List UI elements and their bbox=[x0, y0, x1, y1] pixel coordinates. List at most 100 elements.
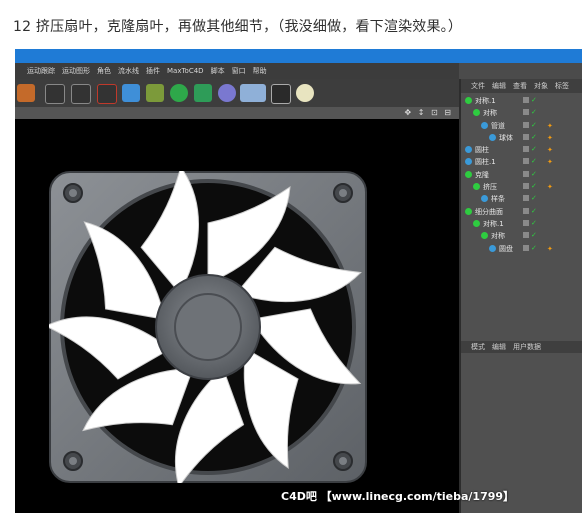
visibility-check-icon[interactable]: ✓ bbox=[523, 244, 539, 253]
tab-edit-attr[interactable]: 编辑 bbox=[492, 342, 506, 352]
clapper-gear-icon[interactable] bbox=[97, 84, 117, 104]
step-text: 挤压扇叶，克隆扇叶，再做其他细节，（我没细做，看下渲染效果。） bbox=[35, 19, 463, 35]
object-row[interactable]: 对称.1 ✓ bbox=[461, 218, 582, 230]
object-row[interactable]: 对称.1 ✓ bbox=[461, 95, 582, 107]
object-name: 圆柱.1 bbox=[475, 158, 496, 167]
object-row[interactable]: 圆盘 ✓ ✦ bbox=[461, 243, 582, 255]
object-row[interactable]: 样条 ✓ bbox=[461, 193, 582, 205]
object-type-icon bbox=[465, 97, 472, 104]
menu-bar: 运动跟踪 运动图形 角色 流水线 插件 MaxToC4D 脚本 窗口 帮助 bbox=[15, 63, 459, 79]
c4d-app-window: 运动跟踪 运动图形 角色 流水线 插件 MaxToC4D 脚本 窗口 帮助 ✥ … bbox=[15, 49, 582, 513]
object-name: 细分曲面 bbox=[475, 207, 503, 216]
material-tag-icon[interactable]: ✦ bbox=[547, 122, 553, 130]
object-type-icon bbox=[481, 195, 488, 203]
menu-mograph[interactable]: 运动图形 bbox=[62, 66, 90, 76]
sphere-icon[interactable] bbox=[170, 84, 188, 102]
object-name: 对称 bbox=[483, 109, 497, 118]
object-name: 管道 bbox=[491, 121, 505, 130]
object-name: 对称 bbox=[491, 232, 505, 241]
material-tag-icon[interactable]: ✦ bbox=[547, 245, 553, 253]
object-name: 挤压 bbox=[483, 183, 497, 192]
object-row[interactable]: 圆柱.1 ✓ ✦ bbox=[461, 156, 582, 168]
object-tree: 对称.1 ✓ 对称 ✓ 管道 ✓ ✦ 球体 ✓ ✦ 圆柱 ✓ ✦ 圆柱.1 ✓ ✦ 克隆 ✓ 挤压 ✓ ✦ 样条 ✓ 细分曲面… bbox=[461, 95, 582, 255]
clapper-icon[interactable] bbox=[45, 84, 65, 104]
object-type-icon bbox=[465, 146, 472, 154]
visibility-check-icon[interactable]: ✓ bbox=[523, 207, 539, 216]
object-type-icon bbox=[473, 219, 480, 227]
menu-help[interactable]: 帮助 bbox=[253, 66, 267, 76]
render-viewport[interactable] bbox=[15, 119, 459, 513]
object-type-icon bbox=[489, 133, 496, 141]
main-toolbar bbox=[15, 79, 459, 108]
visibility-check-icon[interactable]: ✓ bbox=[523, 97, 539, 105]
menu-plugins[interactable]: 插件 bbox=[146, 66, 160, 76]
material-tag-icon[interactable]: ✦ bbox=[547, 158, 553, 166]
attribute-tabs: 模式 编辑 用户数据 bbox=[461, 341, 582, 353]
object-name: 对称.1 bbox=[475, 97, 496, 105]
visibility-check-icon[interactable]: ✓ bbox=[523, 183, 539, 191]
object-name: 圆柱 bbox=[475, 146, 489, 155]
object-manager-tabs: 文件 编辑 查看 对象 标签 bbox=[461, 79, 582, 93]
grid-icon[interactable] bbox=[240, 84, 266, 102]
visibility-check-icon[interactable]: ✓ bbox=[523, 158, 539, 166]
object-type-icon bbox=[473, 109, 480, 117]
menu-motion-tracking[interactable]: 运动跟踪 bbox=[27, 66, 55, 76]
object-type-icon bbox=[465, 207, 472, 215]
visibility-check-icon[interactable]: ✓ bbox=[523, 133, 539, 142]
viewport-header: ✥ ↕ ⊡ ⊟ bbox=[15, 107, 459, 119]
object-row[interactable]: 对称 ✓ bbox=[461, 230, 582, 242]
fan-render bbox=[49, 171, 367, 483]
object-row[interactable]: 管道 ✓ ✦ bbox=[461, 120, 582, 132]
menu-pipeline[interactable]: 流水线 bbox=[118, 66, 139, 76]
camera-icon[interactable] bbox=[271, 84, 291, 104]
visibility-check-icon[interactable]: ✓ bbox=[523, 121, 539, 130]
tab-view[interactable]: 查看 bbox=[513, 81, 527, 91]
light-icon[interactable] bbox=[296, 84, 314, 102]
tab-mode[interactable]: 模式 bbox=[471, 342, 485, 352]
tab-edit[interactable]: 编辑 bbox=[492, 81, 506, 91]
object-row[interactable]: 对称 ✓ bbox=[461, 107, 582, 119]
object-name: 样条 bbox=[491, 195, 505, 204]
material-tag-icon[interactable]: ✦ bbox=[547, 134, 553, 142]
object-name: 对称.1 bbox=[483, 219, 504, 228]
object-type-icon bbox=[465, 170, 472, 178]
visibility-check-icon[interactable]: ✓ bbox=[523, 232, 539, 240]
object-type-icon bbox=[465, 158, 472, 166]
visibility-check-icon[interactable]: ✓ bbox=[523, 219, 539, 228]
visibility-check-icon[interactable]: ✓ bbox=[523, 146, 539, 154]
visibility-check-icon[interactable]: ✓ bbox=[523, 195, 539, 203]
material-tag-icon[interactable]: ✦ bbox=[547, 146, 553, 154]
capsule-icon[interactable] bbox=[218, 84, 236, 102]
visibility-check-icon[interactable]: ✓ bbox=[523, 109, 539, 117]
object-row[interactable]: 克隆 ✓ bbox=[461, 169, 582, 181]
tab-tags[interactable]: 标签 bbox=[555, 81, 569, 91]
tab-object[interactable]: 对象 bbox=[534, 81, 548, 91]
menu-character[interactable]: 角色 bbox=[97, 66, 111, 76]
pen-icon[interactable] bbox=[146, 84, 164, 102]
step-caption: 12 挤压扇叶，克隆扇叶，再做其他细节，（我没细做，看下渲染效果。） bbox=[13, 16, 462, 36]
step-number: 12 bbox=[13, 19, 32, 35]
object-type-icon bbox=[481, 232, 488, 240]
object-row[interactable]: 圆柱 ✓ ✦ bbox=[461, 144, 582, 156]
tab-file[interactable]: 文件 bbox=[471, 81, 485, 91]
material-tag-icon[interactable]: ✦ bbox=[547, 183, 553, 191]
object-row[interactable]: 细分曲面 ✓ bbox=[461, 206, 582, 218]
cube-icon[interactable] bbox=[122, 84, 140, 102]
object-manager-panel: 文件 编辑 查看 对象 标签 对称.1 ✓ 对称 ✓ 管道 ✓ ✦ 球体 ✓ ✦ 圆柱 ✓ ✦ 圆柱.1 ✓… bbox=[459, 79, 582, 513]
clapper-record-icon[interactable] bbox=[71, 84, 91, 104]
viewport-nav-icons[interactable]: ✥ ↕ ⊡ ⊟ bbox=[405, 108, 453, 117]
menu-maxtoc4d[interactable]: MaxToC4D bbox=[167, 67, 204, 75]
object-type-icon bbox=[489, 244, 496, 252]
object-type-icon bbox=[473, 183, 480, 191]
tab-user-data[interactable]: 用户数据 bbox=[513, 342, 541, 352]
menu-script[interactable]: 脚本 bbox=[211, 66, 225, 76]
object-row[interactable]: 挤压 ✓ ✦ bbox=[461, 181, 582, 193]
gear-icon[interactable] bbox=[194, 84, 212, 102]
object-type-icon bbox=[481, 121, 488, 129]
film-icon[interactable] bbox=[17, 84, 35, 102]
visibility-check-icon[interactable]: ✓ bbox=[523, 170, 539, 179]
object-row[interactable]: 球体 ✓ ✦ bbox=[461, 132, 582, 144]
menu-window[interactable]: 窗口 bbox=[232, 66, 246, 76]
object-name: 圆盘 bbox=[499, 244, 513, 253]
window-titlebar[interactable] bbox=[15, 49, 582, 63]
